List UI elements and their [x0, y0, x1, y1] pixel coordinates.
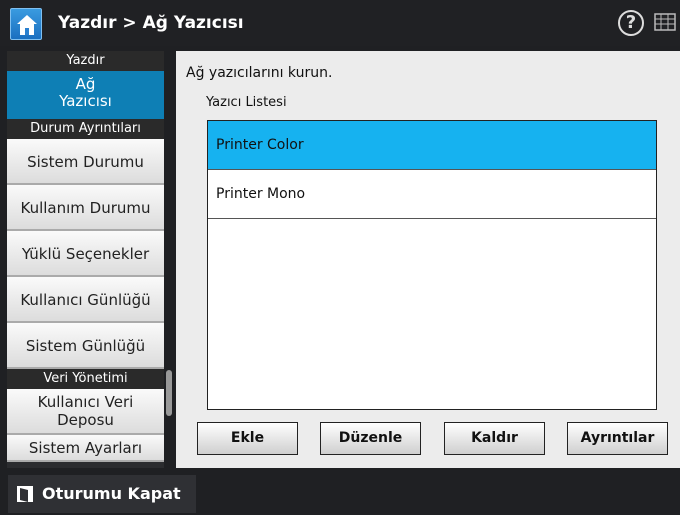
- keyboard-icon[interactable]: [654, 12, 676, 32]
- sidebar-item-installed-options[interactable]: Yüklü Seçenekler: [7, 231, 164, 277]
- remove-button[interactable]: Kaldır: [444, 422, 545, 455]
- sidebar-item-system-status[interactable]: Sistem Durumu: [7, 139, 164, 185]
- sidebar-item-network-printer[interactable]: Ağ Yazıcısı: [7, 71, 164, 119]
- sidebar-item-user-log[interactable]: Kullanıcı Günlüğü: [7, 277, 164, 323]
- home-icon: [17, 15, 37, 35]
- printer-list[interactable]: Printer Color Printer Mono: [207, 120, 657, 410]
- help-icon[interactable]: ?: [618, 10, 644, 36]
- footer: Oturumu Kapat: [0, 473, 680, 515]
- sidebar-item-system-log[interactable]: Sistem Günlüğü: [7, 323, 164, 369]
- logout-button[interactable]: Oturumu Kapat: [8, 475, 196, 513]
- list-item[interactable]: Printer Mono: [208, 170, 656, 219]
- sidebar-item-usage-status[interactable]: Kullanım Durumu: [7, 185, 164, 231]
- details-button[interactable]: Ayrıntılar: [567, 422, 668, 455]
- sidebar-group-status: Durum Ayrıntıları: [7, 119, 164, 139]
- sidebar-item-system-settings[interactable]: Sistem Ayarları: [7, 435, 164, 462]
- sidebar-group-print: Yazdır: [7, 51, 164, 71]
- edit-button[interactable]: Düzenle: [320, 422, 421, 455]
- title-bar: Yazdır > Ağ Yazıcısı ?: [0, 0, 680, 46]
- sidebar-item-label: Ağ Yazıcısı: [59, 75, 112, 110]
- sidebar-scrollbar[interactable]: [166, 370, 172, 416]
- sidebar-item-user-data[interactable]: Kullanıcı Veri Deposu: [7, 389, 164, 435]
- printer-list-label: Yazıcı Listesi: [206, 95, 287, 110]
- add-button[interactable]: Ekle: [197, 422, 298, 455]
- instruction-text: Ağ yazıcılarını kurun.: [186, 65, 333, 81]
- sidebar-group-data: Veri Yönetimi: [7, 369, 164, 389]
- sidebar: Yazdır Ağ Yazıcısı Durum Ayrıntıları Sis…: [7, 51, 164, 468]
- list-item[interactable]: Printer Color: [208, 121, 656, 170]
- door-icon: [17, 486, 33, 502]
- home-button[interactable]: [10, 8, 42, 40]
- page-title: Yazdır > Ağ Yazıcısı: [58, 13, 244, 33]
- logout-label: Oturumu Kapat: [42, 484, 181, 503]
- main-panel: Ağ yazıcılarını kurun. Yazıcı Listesi Pr…: [176, 51, 680, 468]
